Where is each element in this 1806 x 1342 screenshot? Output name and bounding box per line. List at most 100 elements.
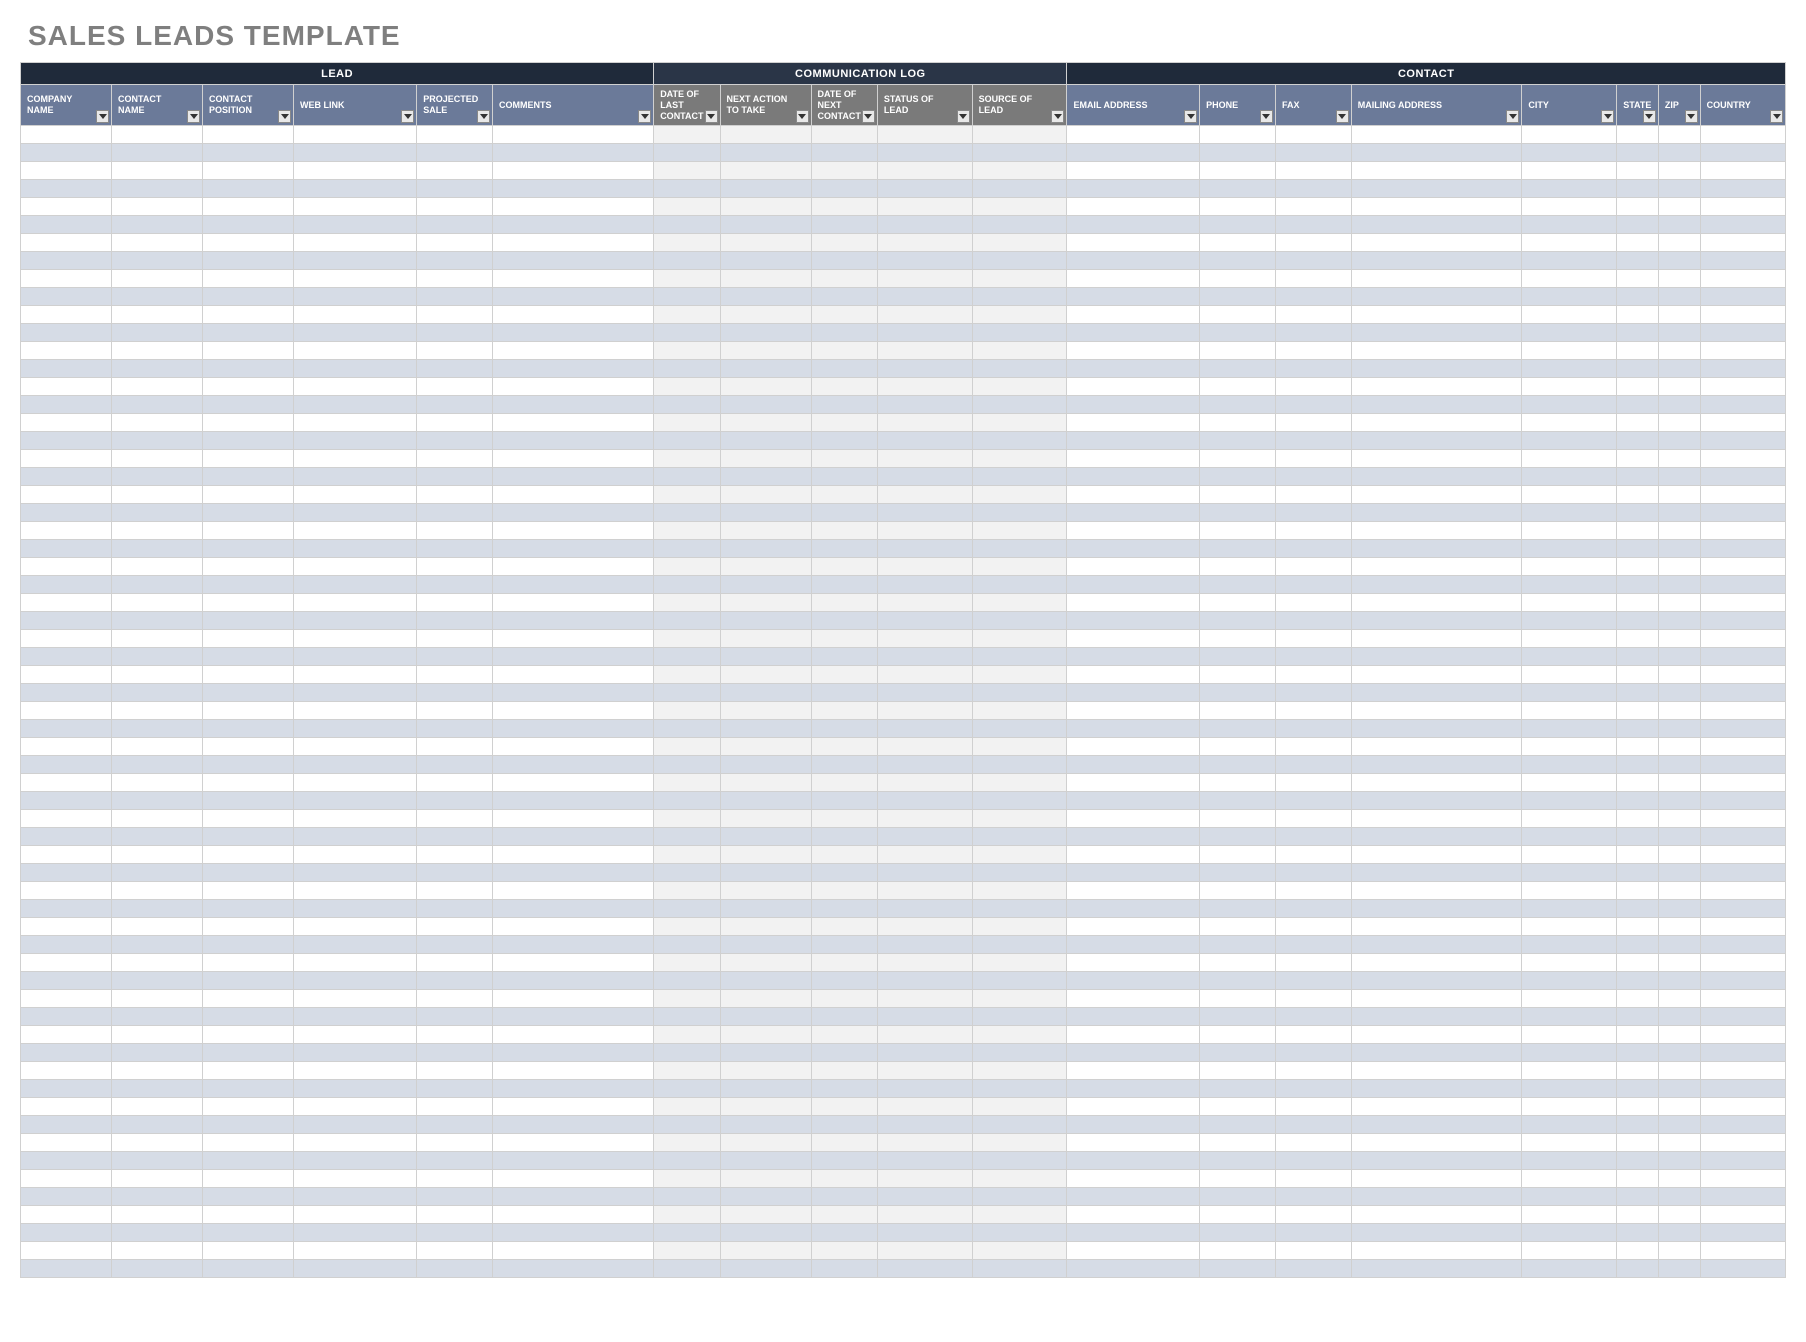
table-cell[interactable] [294,468,417,486]
table-cell[interactable] [1522,828,1617,846]
table-cell[interactable] [720,900,811,918]
table-cell[interactable] [21,684,112,702]
table-cell[interactable] [112,270,203,288]
filter-dropdown-icon[interactable] [862,110,875,123]
table-cell[interactable] [1617,198,1659,216]
table-cell[interactable] [294,1170,417,1188]
table-cell[interactable] [1617,918,1659,936]
table-cell[interactable] [720,846,811,864]
table-cell[interactable] [972,954,1067,972]
table-cell[interactable] [21,756,112,774]
table-cell[interactable] [720,972,811,990]
table-cell[interactable] [720,738,811,756]
table-cell[interactable] [1351,1008,1522,1026]
table-cell[interactable] [112,1188,203,1206]
table-cell[interactable] [654,1224,720,1242]
table-cell[interactable] [1351,702,1522,720]
table-cell[interactable] [1522,630,1617,648]
table-cell[interactable] [493,1116,654,1134]
table-cell[interactable] [417,702,493,720]
table-cell[interactable] [1351,270,1522,288]
table-cell[interactable] [493,558,654,576]
table-cell[interactable] [972,684,1067,702]
table-cell[interactable] [654,1008,720,1026]
table-cell[interactable] [1658,900,1700,918]
table-cell[interactable] [1067,612,1200,630]
table-cell[interactable] [1275,1080,1351,1098]
table-cell[interactable] [294,882,417,900]
table-cell[interactable] [1700,288,1785,306]
table-cell[interactable] [811,414,877,432]
table-cell[interactable] [417,486,493,504]
table-cell[interactable] [1351,378,1522,396]
table-cell[interactable] [417,360,493,378]
table-cell[interactable] [1658,360,1700,378]
table-cell[interactable] [1658,972,1700,990]
table-cell[interactable] [877,1242,972,1260]
table-cell[interactable] [811,1080,877,1098]
table-cell[interactable] [1200,558,1276,576]
table-cell[interactable] [1275,504,1351,522]
table-cell[interactable] [1617,684,1659,702]
table-cell[interactable] [877,378,972,396]
table-cell[interactable] [294,1026,417,1044]
table-cell[interactable] [1351,612,1522,630]
table-cell[interactable] [21,936,112,954]
table-cell[interactable] [21,144,112,162]
col-next-action[interactable]: NEXT ACTION TO TAKE [720,85,811,126]
filter-dropdown-icon[interactable] [1685,110,1698,123]
table-cell[interactable] [1351,810,1522,828]
table-cell[interactable] [493,576,654,594]
table-cell[interactable] [21,810,112,828]
table-cell[interactable] [1700,756,1785,774]
table-cell[interactable] [1522,144,1617,162]
table-cell[interactable] [1200,774,1276,792]
table-cell[interactable] [877,720,972,738]
table-cell[interactable] [1658,1224,1700,1242]
table-cell[interactable] [21,252,112,270]
table-cell[interactable] [21,324,112,342]
table-cell[interactable] [112,342,203,360]
table-cell[interactable] [1700,828,1785,846]
table-cell[interactable] [1275,1206,1351,1224]
table-cell[interactable] [1067,990,1200,1008]
table-cell[interactable] [1617,432,1659,450]
table-cell[interactable] [1522,756,1617,774]
table-cell[interactable] [972,774,1067,792]
table-cell[interactable] [1067,900,1200,918]
table-cell[interactable] [112,1242,203,1260]
table-cell[interactable] [203,540,294,558]
table-cell[interactable] [1351,900,1522,918]
table-cell[interactable] [811,144,877,162]
filter-dropdown-icon[interactable] [278,110,291,123]
table-cell[interactable] [1617,288,1659,306]
table-cell[interactable] [21,630,112,648]
table-cell[interactable] [1617,216,1659,234]
table-cell[interactable] [1275,1044,1351,1062]
table-cell[interactable] [203,954,294,972]
table-cell[interactable] [1617,630,1659,648]
table-cell[interactable] [1658,936,1700,954]
table-cell[interactable] [1522,810,1617,828]
table-cell[interactable] [972,1170,1067,1188]
table-cell[interactable] [811,612,877,630]
table-cell[interactable] [1200,1098,1276,1116]
table-cell[interactable] [877,1062,972,1080]
table-cell[interactable] [493,486,654,504]
table-cell[interactable] [1275,594,1351,612]
table-cell[interactable] [1067,666,1200,684]
table-cell[interactable] [1275,972,1351,990]
table-cell[interactable] [1275,126,1351,144]
table-cell[interactable] [1658,648,1700,666]
table-cell[interactable] [1522,288,1617,306]
col-source-of-lead[interactable]: SOURCE OF LEAD [972,85,1067,126]
table-cell[interactable] [21,468,112,486]
table-cell[interactable] [1700,1026,1785,1044]
table-cell[interactable] [1522,504,1617,522]
table-cell[interactable] [203,792,294,810]
table-cell[interactable] [417,216,493,234]
table-cell[interactable] [1275,396,1351,414]
table-cell[interactable] [877,576,972,594]
table-cell[interactable] [203,1260,294,1278]
table-cell[interactable] [112,774,203,792]
